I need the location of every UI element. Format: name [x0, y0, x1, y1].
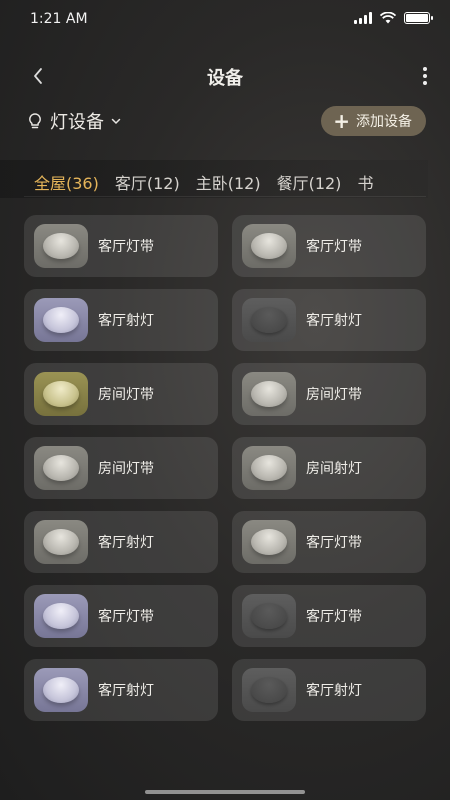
device-card[interactable]: 房间射灯	[232, 437, 426, 499]
tab-4[interactable]: 书	[357, 164, 373, 198]
plus-icon: +	[333, 109, 350, 133]
status-bar: 1:21 AM	[0, 0, 450, 40]
device-card[interactable]: 客厅射灯	[24, 289, 218, 351]
device-card[interactable]: 房间灯带	[232, 363, 426, 425]
lamp-icon[interactable]	[242, 594, 296, 638]
device-name: 客厅射灯	[98, 683, 154, 699]
bulb-icon	[29, 113, 41, 129]
device-name: 房间灯带	[306, 387, 362, 403]
tab-2[interactable]: 主卧(12)	[196, 164, 261, 198]
status-time: 1:21 AM	[30, 11, 88, 27]
device-card[interactable]: 客厅灯带	[232, 511, 426, 573]
device-card[interactable]: 客厅射灯	[24, 511, 218, 573]
device-name: 房间灯带	[98, 387, 154, 403]
lamp-knob	[251, 603, 287, 629]
device-card[interactable]: 客厅灯带	[232, 215, 426, 277]
device-name: 客厅灯带	[98, 239, 154, 255]
add-device-label: 添加设备	[356, 114, 412, 130]
battery-icon	[404, 12, 433, 24]
add-device-button[interactable]: + 添加设备	[321, 106, 426, 136]
device-card[interactable]: 房间灯带	[24, 437, 218, 499]
lamp-icon[interactable]	[34, 372, 88, 416]
lamp-knob	[43, 381, 79, 407]
lamp-knob	[251, 233, 287, 259]
device-card[interactable]: 客厅灯带	[24, 215, 218, 277]
chevron-down-icon	[111, 118, 121, 125]
device-name: 房间灯带	[98, 461, 154, 477]
tab-1[interactable]: 客厅(12)	[115, 164, 180, 198]
signal-icon	[354, 12, 372, 24]
lamp-icon[interactable]	[242, 668, 296, 712]
device-name: 客厅灯带	[306, 609, 362, 625]
lamp-icon[interactable]	[34, 224, 88, 268]
lamp-icon[interactable]	[242, 224, 296, 268]
lamp-icon[interactable]	[34, 668, 88, 712]
page-title: 设备	[207, 68, 243, 89]
lamp-icon[interactable]	[242, 520, 296, 564]
more-vertical-icon	[423, 67, 427, 71]
nav-bar: 设备	[0, 56, 450, 96]
lamp-knob	[43, 677, 79, 703]
lamp-knob	[251, 677, 287, 703]
device-card[interactable]: 客厅射灯	[232, 659, 426, 721]
device-card[interactable]: 客厅射灯	[24, 659, 218, 721]
lamp-knob	[43, 529, 79, 555]
lamp-knob	[43, 307, 79, 333]
home-indicator[interactable]	[145, 790, 305, 794]
wifi-icon	[380, 12, 396, 24]
lamp-knob	[251, 381, 287, 407]
category-dropdown[interactable]: 灯设备	[26, 108, 122, 134]
device-name: 房间射灯	[306, 461, 362, 477]
lamp-icon[interactable]	[242, 446, 296, 490]
lamp-knob	[251, 529, 287, 555]
lamp-knob	[251, 307, 287, 333]
category-label: 灯设备	[50, 112, 104, 133]
battery-fill	[406, 14, 428, 22]
lamp-icon[interactable]	[34, 594, 88, 638]
tabs-divider	[24, 196, 426, 197]
lamp-icon[interactable]	[242, 372, 296, 416]
device-name: 客厅灯带	[98, 609, 154, 625]
lamp-knob	[43, 233, 79, 259]
tab-3[interactable]: 餐厅(12)	[277, 164, 342, 198]
device-card[interactable]: 客厅射灯	[232, 289, 426, 351]
device-name: 客厅射灯	[306, 313, 362, 329]
lamp-icon[interactable]	[34, 520, 88, 564]
more-button[interactable]	[420, 64, 430, 88]
device-name: 客厅射灯	[306, 683, 362, 699]
lamp-knob	[43, 603, 79, 629]
device-name: 客厅灯带	[306, 535, 362, 551]
device-card[interactable]: 客厅灯带	[232, 585, 426, 647]
status-icons	[354, 12, 433, 24]
tab-0[interactable]: 全屋(36)	[34, 164, 99, 198]
category-row: 灯设备 + 添加设备	[0, 106, 450, 138]
lamp-icon[interactable]	[242, 298, 296, 342]
device-card[interactable]: 客厅灯带	[24, 585, 218, 647]
room-tabs: 全屋(36) 客厅(12) 主卧(12) 餐厅(12) 书	[0, 164, 428, 198]
device-name: 客厅射灯	[98, 313, 154, 329]
lamp-knob	[43, 455, 79, 481]
device-name: 客厅射灯	[98, 535, 154, 551]
device-card[interactable]: 房间灯带	[24, 363, 218, 425]
lamp-icon[interactable]	[34, 446, 88, 490]
lamp-icon[interactable]	[34, 298, 88, 342]
device-name: 客厅灯带	[306, 239, 362, 255]
device-grid: 客厅灯带 客厅灯带 客厅射灯 客厅射灯 房间灯带 房间灯带 房间灯带 房间射灯 客厅射灯 客厅灯带…	[24, 215, 426, 721]
lamp-knob	[251, 455, 287, 481]
